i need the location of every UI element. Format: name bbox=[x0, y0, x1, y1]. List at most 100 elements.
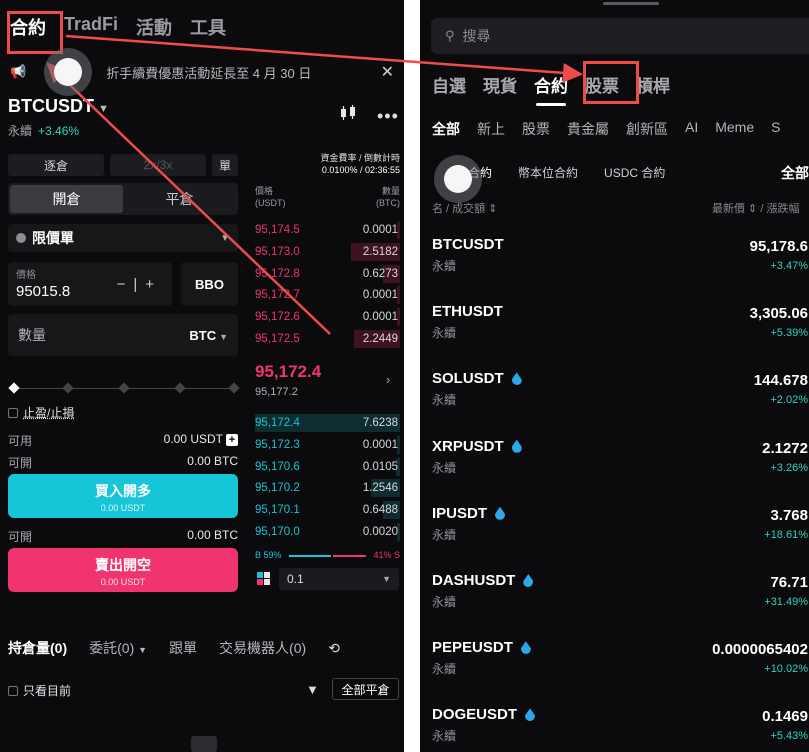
bbo-button[interactable]: BBO bbox=[181, 262, 238, 306]
orderbook-amount: 0.0020 bbox=[362, 526, 398, 538]
category-more[interactable]: S bbox=[771, 119, 780, 139]
subtab-usdc-futures[interactable]: USDC 合約 bbox=[604, 164, 665, 181]
category-meme[interactable]: Meme bbox=[715, 119, 754, 139]
orderbook-row[interactable]: 95,173.0 2.5182 bbox=[255, 242, 400, 262]
buy-long-button[interactable]: 買入開多 0.00 USDT bbox=[8, 474, 238, 518]
tab-positions[interactable]: 持倉量(0) bbox=[8, 638, 67, 658]
market-price: 2.1272 bbox=[762, 439, 808, 457]
orderbook-layout-icon[interactable] bbox=[257, 572, 270, 585]
all-filter-select[interactable]: 全部 bbox=[781, 163, 809, 183]
market-row[interactable]: DASHUSDT 永續 76.71 +31.49% bbox=[432, 572, 809, 628]
market-symbol-wrap: SOLUSDT bbox=[432, 370, 809, 387]
more-options-icon[interactable]: ••• bbox=[377, 106, 399, 127]
market-row[interactable]: SOLUSDT 永續 144.678 +2.02% bbox=[432, 370, 809, 426]
orderbook-price: 95,172.3 bbox=[255, 438, 300, 451]
quantity-unit-select[interactable]: BTC ▼ bbox=[189, 328, 228, 343]
close-position-tab[interactable]: 平倉 bbox=[123, 185, 236, 213]
market-row[interactable]: IPUSDT 永續 3.768 +18.61% bbox=[432, 505, 809, 561]
liquidity-drop-icon bbox=[520, 641, 531, 655]
funding-rate[interactable]: 資金費率 / 倒數計時 0.0100% / 02:36:55 bbox=[255, 152, 400, 176]
market-row[interactable]: ETHUSDT 永續 3,305.06 +5.39% bbox=[432, 303, 809, 359]
tab-tradfi[interactable]: TradFi bbox=[64, 14, 118, 40]
category-innovation[interactable]: 創新區 bbox=[626, 119, 668, 139]
available-balance: 可用 0.00 USDT + bbox=[8, 432, 238, 449]
market-row[interactable]: PEPEUSDT 永續 0.0000065402 +10.02% bbox=[432, 639, 809, 695]
orderbook-row[interactable]: 95,172.5 2.2449 bbox=[255, 329, 400, 349]
sell-short-button[interactable]: 賣出開空 0.00 USDT bbox=[8, 548, 238, 592]
sort-by-price[interactable]: 最新價 ⇕ / 漲跌幅 bbox=[712, 200, 799, 216]
liquidity-drop-icon bbox=[511, 372, 522, 386]
margin-mode-button[interactable]: 逐倉 bbox=[8, 154, 104, 176]
slider-step[interactable] bbox=[174, 382, 186, 394]
price-stepper[interactable]: −|+ bbox=[117, 276, 162, 293]
orderbook-row[interactable]: 95,172.7 0.0001 bbox=[255, 285, 400, 305]
filter-icon[interactable]: ▼ bbox=[306, 682, 319, 697]
plus-icon[interactable]: + bbox=[145, 276, 162, 293]
orderbook-header: 價格 (USDT) 數量 (BTC) bbox=[255, 185, 400, 209]
tab-events[interactable]: 活動 bbox=[136, 14, 172, 40]
history-icon[interactable]: ⟲ bbox=[328, 640, 340, 657]
price-change: +3.46% bbox=[38, 124, 80, 138]
tpsl-checkbox[interactable]: 止盈/止損 bbox=[8, 404, 74, 421]
tab-favorites[interactable]: 自選 bbox=[432, 72, 466, 97]
market-row[interactable]: BTCUSDT 永續 95,178.6 +3.47% bbox=[432, 236, 809, 292]
tab-orders[interactable]: 委託(0) ▼ bbox=[89, 638, 147, 658]
sort-by-volume[interactable]: 名 / 成交額 ⇕ bbox=[432, 203, 497, 215]
quantity-input[interactable]: 數量 BTC ▼ bbox=[8, 314, 238, 356]
pair-selector[interactable]: BTCUSDT ▼ bbox=[8, 96, 109, 117]
market-change: +18.61% bbox=[764, 528, 808, 541]
leverage-button[interactable]: 2x/3x bbox=[110, 154, 206, 176]
slider-step[interactable] bbox=[62, 382, 74, 394]
liquidity-drop-icon bbox=[511, 439, 522, 453]
order-type-select[interactable]: 限價單 ▼ bbox=[8, 224, 238, 252]
open-position-tab[interactable]: 開倉 bbox=[10, 185, 123, 213]
orderbook-row[interactable]: 95,170.2 1.2546 bbox=[255, 478, 400, 498]
search-input[interactable]: ⚲ 搜尋 bbox=[431, 18, 809, 54]
slider-step[interactable] bbox=[228, 382, 240, 394]
orderbook-row[interactable]: 95,172.4 7.6238 bbox=[255, 413, 400, 433]
market-row[interactable]: XRPUSDT 永續 2.1272 +3.26% bbox=[432, 438, 809, 494]
category-ai[interactable]: AI bbox=[685, 119, 698, 139]
depth-precision-select[interactable]: 0.1 ▼ bbox=[279, 568, 399, 590]
category-stocks[interactable]: 股票 bbox=[522, 119, 550, 139]
orderbook-amount-col: 數量 (BTC) bbox=[376, 186, 400, 208]
close-icon[interactable]: ✕ bbox=[381, 62, 394, 82]
orderbook-row[interactable]: 95,174.5 0.0001 bbox=[255, 220, 400, 240]
market-symbol: SOLUSDT bbox=[432, 370, 504, 388]
orderbook-amount: 2.5182 bbox=[362, 245, 398, 258]
transfer-icon[interactable]: + bbox=[226, 434, 238, 446]
contract-type: 永續 bbox=[8, 124, 33, 138]
orderbook-row[interactable]: 95,170.1 0.6488 bbox=[255, 500, 400, 520]
orderbook-row[interactable]: 95,172.8 0.6273 bbox=[255, 264, 400, 284]
orderbook-row[interactable]: 95,170.0 0.0020 bbox=[255, 522, 400, 542]
chevron-down-icon: ▼ bbox=[138, 645, 148, 655]
candlestick-chart-icon[interactable] bbox=[339, 104, 357, 122]
close-all-button[interactable]: 全部平倉 bbox=[332, 678, 399, 700]
tab-spot[interactable]: 現貨 bbox=[483, 72, 517, 97]
tab-tools[interactable]: 工具 bbox=[190, 14, 226, 40]
orderbook-row[interactable]: 95,172.3 0.0001 bbox=[255, 435, 400, 455]
chevron-right-icon[interactable]: › bbox=[386, 372, 390, 387]
category-new[interactable]: 新上 bbox=[477, 119, 505, 139]
drag-handle[interactable] bbox=[603, 2, 659, 5]
orderbook-row[interactable]: 95,172.6 0.0001 bbox=[255, 307, 400, 327]
sell-ratio-bar bbox=[333, 555, 366, 557]
orderbook-row[interactable]: 95,170.6 0.0105 bbox=[255, 457, 400, 477]
quantity-slider[interactable] bbox=[8, 382, 240, 394]
category-all[interactable]: 全部 bbox=[432, 119, 460, 139]
market-row[interactable]: DOGEUSDT 永續 0.1469 +5.43% bbox=[432, 706, 809, 752]
price-input[interactable]: 價格 95015.8 −|+ bbox=[8, 262, 172, 306]
minus-icon[interactable]: − bbox=[117, 276, 134, 293]
tab-copy-trading[interactable]: 跟單 bbox=[169, 638, 197, 658]
slider-handle[interactable] bbox=[8, 382, 20, 394]
subtab-coin-futures[interactable]: 幣本位合約 bbox=[518, 164, 578, 181]
tab-futures[interactable]: 合約 bbox=[534, 72, 568, 106]
tab-trading-bots[interactable]: 交易機器人(0) bbox=[219, 638, 306, 658]
orderbook-amount: 1.2546 bbox=[362, 482, 398, 495]
category-precious-metals[interactable]: 貴金屬 bbox=[567, 119, 609, 139]
tab-margin[interactable]: 槓桿 bbox=[636, 72, 670, 97]
market-symbol-wrap: XRPUSDT bbox=[432, 438, 809, 455]
slider-step[interactable] bbox=[118, 382, 130, 394]
only-current-checkbox[interactable]: 只看目前 bbox=[8, 682, 71, 699]
position-mode-button[interactable]: 單 bbox=[212, 154, 238, 176]
